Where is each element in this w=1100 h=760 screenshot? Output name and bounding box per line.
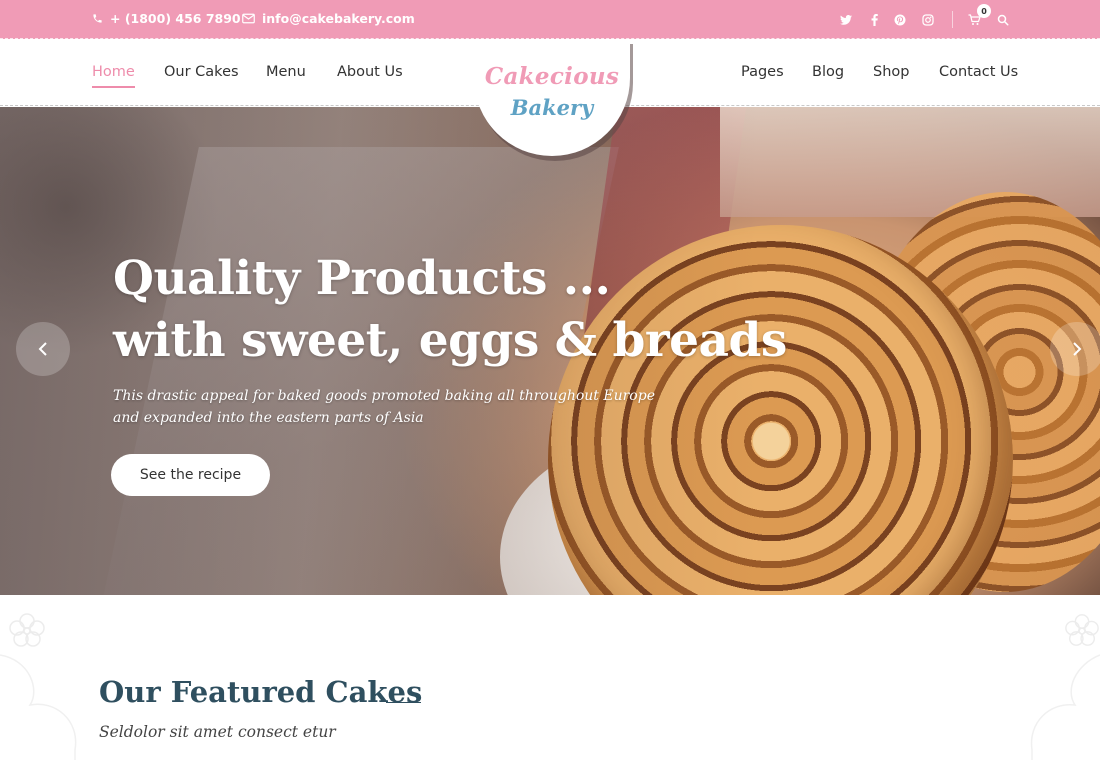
logo-text-cakecious: Cakecious [484,63,620,90]
phone-number: + (1800) 456 7890 [110,11,241,26]
cloud-decoration-icon [1030,654,1100,760]
topbar-divider [952,11,953,28]
nav-item-blog[interactable]: Blog [812,64,844,80]
hero-subtitle-line-1: This drastic appeal for baked goods prom… [113,388,655,404]
cloud-decoration-icon [0,654,77,760]
logo-text-bakery: Bakery [510,95,594,120]
nav-item-contact-us[interactable]: Contact Us [939,64,1018,80]
top-bar: + (1800) 456 7890 info@cakebakery.com 0 [0,0,1100,39]
hero-slider: Quality Products ... with sweet, eggs & … [0,107,1100,595]
phone-icon [93,14,102,23]
search-icon[interactable] [995,12,1011,28]
slider-prev-button[interactable] [16,322,70,376]
cart-count-badge: 0 [977,4,991,18]
flower-decoration-icon [9,613,45,647]
featured-section-subtitle: Seldolor sit amet consect etur [99,723,336,741]
chevron-right-icon [1073,342,1082,356]
nav-item-shop[interactable]: Shop [873,64,909,80]
twitter-icon[interactable] [838,12,854,28]
featured-section-title: Our Featured Cakes [99,675,423,709]
envelope-icon [242,13,255,24]
nav-item-about-us[interactable]: About Us [337,64,403,80]
nav-item-home[interactable]: Home [92,64,135,88]
email-address: info@cakebakery.com [262,11,415,26]
chevron-left-icon [38,342,47,356]
email-contact[interactable]: info@cakebakery.com [242,11,415,26]
slider-next-button[interactable] [1050,322,1100,376]
flower-decoration-icon [1065,614,1099,646]
nav-item-our-cakes[interactable]: Our Cakes [164,64,239,80]
phone-contact[interactable]: + (1800) 456 7890 [92,11,241,26]
nav-item-menu[interactable]: Menu [266,64,306,80]
title-divider [386,702,421,703]
instagram-icon[interactable] [920,12,936,28]
see-recipe-button[interactable]: See the recipe [111,454,270,496]
facebook-icon[interactable] [866,12,882,28]
hero-title-line-1: Quality Products ... [113,251,611,306]
hero-subtitle-line-2: and expanded into the eastern parts of A… [113,410,424,426]
hero-subtitle: This drastic appeal for baked goods prom… [113,385,673,429]
hero-title-line-2: with sweet, eggs & breads [113,313,787,368]
pinterest-icon[interactable] [892,12,908,28]
nav-item-pages[interactable]: Pages [741,64,784,80]
